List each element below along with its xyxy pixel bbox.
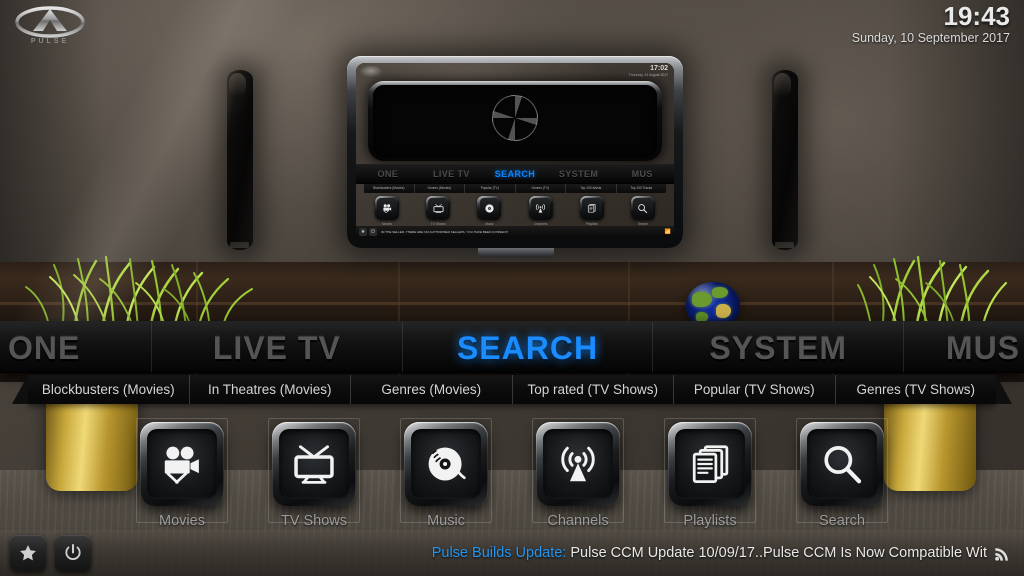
mini-sub-item: Genres (TV) bbox=[516, 184, 566, 193]
mini-television-set bbox=[368, 81, 662, 161]
sub-item-genres-tv-shows[interactable]: Genres (TV Shows) bbox=[836, 375, 997, 404]
film-camera-icon bbox=[377, 198, 397, 218]
nav-item-search[interactable]: SEARCH bbox=[403, 322, 654, 372]
tile-label: Movies bbox=[159, 513, 205, 529]
favorites-button[interactable] bbox=[10, 535, 46, 571]
vinyl-record-icon bbox=[479, 198, 500, 218]
broadcast-tower-icon bbox=[561, 446, 595, 482]
mini-tile-channels: Channels bbox=[526, 196, 556, 226]
mini-tile-label: Channels bbox=[533, 221, 548, 226]
rss-icon bbox=[993, 544, 1012, 563]
magnifier-icon bbox=[824, 446, 862, 484]
nav-item-home[interactable]: ONE bbox=[0, 322, 152, 372]
sub-item-blockbusters-movies[interactable]: Blockbusters (Movies) bbox=[28, 375, 190, 404]
nav-item-livetv[interactable]: LIVE TV bbox=[152, 322, 403, 372]
rss-ticker-text: Pulse CCM Update 10/09/17..Pulse CCM Is … bbox=[570, 545, 987, 561]
mini-star-icon: ★ bbox=[359, 228, 367, 236]
power-button[interactable] bbox=[55, 535, 91, 571]
bottom-bar: Pulse Builds Update: Pulse CCM Update 10… bbox=[0, 530, 1024, 576]
mini-tile-label: Playlists bbox=[585, 221, 598, 226]
mini-television-screen bbox=[373, 85, 657, 157]
television-set: 17:02 Thursday, 24 August 2017 ONE LIVE … bbox=[347, 56, 683, 248]
sub-item-popular-tv-shows[interactable]: Popular (TV Shows) bbox=[674, 375, 836, 404]
mini-tile-movies: Movies bbox=[372, 196, 402, 226]
grass-plant-left bbox=[25, 255, 253, 332]
mini-tile-label: Music bbox=[485, 221, 494, 226]
tile-label: Search bbox=[819, 513, 865, 529]
rss-ticker-title: Pulse Builds Update: bbox=[431, 545, 567, 561]
tower-speaker-right bbox=[772, 70, 798, 250]
mini-sub-item: Top 100 Artists bbox=[566, 184, 617, 193]
mini-tile-label: Search bbox=[637, 221, 648, 226]
tile-search[interactable]: Search bbox=[796, 418, 888, 529]
nav-item-system[interactable]: SYSTEM bbox=[653, 322, 905, 372]
wall-shadow-left bbox=[0, 0, 120, 330]
star-icon bbox=[20, 545, 36, 561]
broadcast-tower-icon bbox=[530, 198, 551, 218]
clock-time: 19:43 bbox=[943, 1, 1011, 31]
tile-channels[interactable]: Channels bbox=[532, 418, 624, 529]
tile-playlists[interactable]: Playlists bbox=[664, 418, 756, 529]
sub-menu-bar: Blockbusters (Movies) In Theatres (Movie… bbox=[12, 375, 1012, 404]
television-stand bbox=[478, 248, 554, 257]
mini-fan-graphic bbox=[492, 95, 538, 142]
power-icon bbox=[65, 544, 81, 560]
mini-sub-menu: Blockbusters (Movies) Genres (Movies) Po… bbox=[364, 184, 666, 193]
clock-widget: 19:43 Sunday, 10 September 2017 bbox=[852, 2, 1010, 45]
mini-tile-playlists: Playlists bbox=[577, 196, 607, 226]
tile-label: TV Shows bbox=[280, 513, 348, 529]
mini-nav-item-search: SEARCH bbox=[494, 169, 536, 179]
stacked-documents-icon bbox=[581, 198, 602, 218]
tower-speaker-left bbox=[227, 70, 253, 250]
tile-music[interactable]: Music bbox=[400, 418, 492, 529]
mini-sub-item: Popular (TV) bbox=[465, 184, 516, 193]
mini-nav-item-livetv: LIVE TV bbox=[432, 169, 470, 179]
mini-clock-date: Thursday, 24 August 2017 bbox=[628, 73, 668, 77]
nav-item-music[interactable]: MUS bbox=[904, 322, 1024, 372]
stacked-documents-icon bbox=[692, 445, 729, 483]
mini-clock-widget: 17:02 Thursday, 24 August 2017 bbox=[629, 65, 668, 77]
mini-nav-item-home: ONE bbox=[377, 169, 399, 179]
television-icon bbox=[294, 445, 334, 484]
tile-label: Playlists bbox=[683, 513, 737, 529]
television-screen: 17:02 Thursday, 24 August 2017 ONE LIVE … bbox=[356, 63, 674, 238]
mini-tile-search: Search bbox=[628, 196, 658, 226]
mini-sub-item: Blockbusters (Movies) bbox=[364, 184, 415, 193]
mini-sub-item: Genres (Movies) bbox=[415, 184, 465, 193]
tile-label: Channels bbox=[547, 513, 609, 529]
mini-pulse-logo-icon bbox=[360, 66, 382, 77]
mini-sub-item: Top 100 Tracks bbox=[630, 186, 653, 190]
magnifier-icon bbox=[633, 198, 653, 218]
mini-nav-item-music: MUS bbox=[631, 169, 653, 179]
mini-tile-music: Music bbox=[474, 196, 504, 226]
tile-movies[interactable]: Movies bbox=[136, 418, 228, 529]
mini-tile-label: TV Shows bbox=[430, 221, 446, 226]
mini-tile-label: Movies bbox=[381, 221, 393, 226]
mini-clock-time: 17:02 bbox=[650, 65, 668, 72]
mini-main-nav: ONE LIVE TV SEARCH SYSTEM MUS bbox=[356, 164, 674, 184]
shortcut-icon-row: Movies TV Shows Music Channels Playlists… bbox=[0, 418, 1024, 533]
mini-tile-tvshows: TV Shows bbox=[423, 196, 453, 226]
mini-nav-item-system: SYSTEM bbox=[558, 169, 599, 179]
pulse-logo-icon: PULSE bbox=[15, 6, 85, 45]
film-camera-icon bbox=[164, 446, 199, 484]
tile-tv-shows[interactable]: TV Shows bbox=[268, 418, 360, 529]
mini-rss-icon: 📶 bbox=[664, 229, 671, 235]
clock-date: Sunday, 10 September 2017 bbox=[851, 31, 1010, 45]
grass-plant-right bbox=[857, 255, 1008, 332]
vinyl-record-icon bbox=[428, 447, 466, 481]
sub-item-in-theatres-movies[interactable]: In Theatres (Movies) bbox=[190, 375, 351, 404]
rss-ticker: Pulse Builds Update: Pulse CCM Update 10… bbox=[100, 545, 993, 561]
sub-item-genres-movies[interactable]: Genres (Movies) bbox=[351, 375, 513, 404]
main-navigation-bar: ONE LIVE TV SEARCH SYSTEM MUS bbox=[0, 321, 1024, 373]
mini-power-icon: ⏻ bbox=[369, 228, 377, 236]
brand-wordmark: PULSE bbox=[31, 38, 69, 45]
sub-item-top-rated-tv-shows[interactable]: Top rated (TV Shows) bbox=[513, 375, 674, 404]
tile-label: Music bbox=[427, 513, 465, 529]
television-icon bbox=[428, 198, 448, 218]
mini-ticker-text: IM THE SELLER, THERE ARE NO AUTHORISED S… bbox=[381, 230, 509, 234]
recursive-ui-preview: 17:02 Thursday, 24 August 2017 ONE LIVE … bbox=[356, 63, 674, 238]
mini-bottom-bar: ★ ⏻ IM THE SELLER, THERE ARE NO AUTHORIS… bbox=[356, 226, 674, 238]
